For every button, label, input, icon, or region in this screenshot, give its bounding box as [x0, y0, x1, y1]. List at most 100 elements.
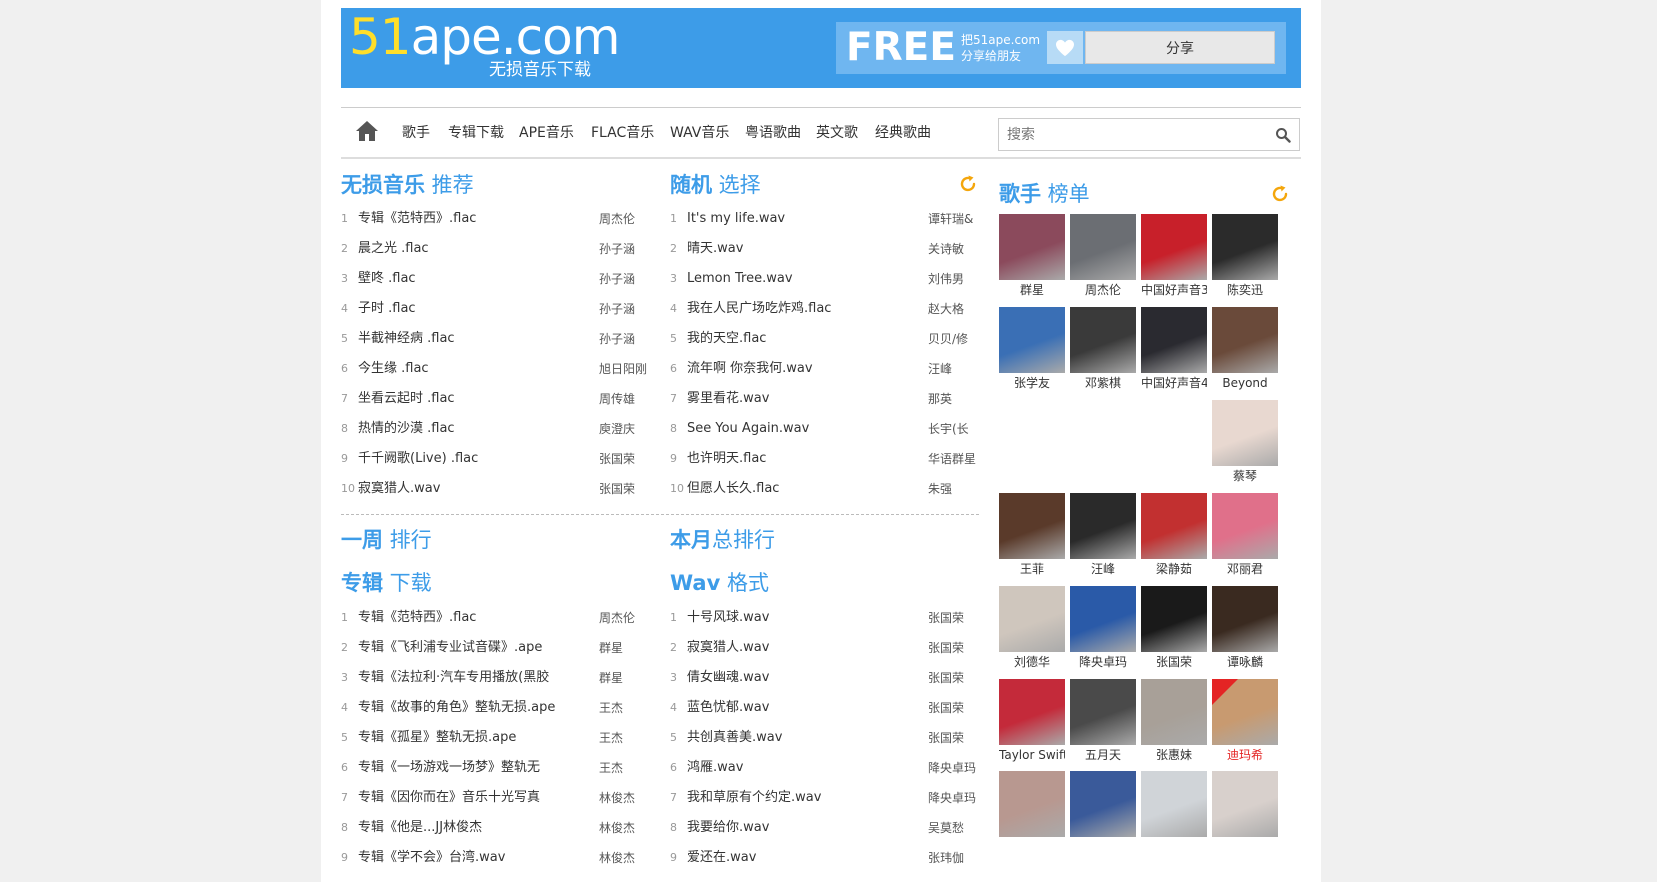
singer-name[interactable]: 蔡琴: [1212, 466, 1278, 486]
artist-link[interactable]: 庾澄庆: [599, 414, 651, 444]
list-item[interactable]: 9 爱还在.wav 张玮伽: [670, 843, 980, 873]
track-title-link[interactable]: 专辑《故事的角色》整轨无损.ape: [358, 693, 588, 723]
singer-card[interactable]: [1141, 771, 1207, 837]
artist-link[interactable]: 刘伟男: [928, 264, 980, 294]
nav-item-albums[interactable]: 专辑下载: [448, 124, 504, 142]
track-title-link[interactable]: 我的天空.flac: [687, 324, 917, 354]
artist-link[interactable]: 谭轩瑞&: [928, 204, 980, 234]
list-item[interactable]: 5 专辑《孤星》整轨无损.ape 王杰: [341, 723, 651, 753]
artist-link[interactable]: 张玮伽: [928, 843, 980, 873]
singer-name[interactable]: 群星: [999, 280, 1065, 300]
nav-item-english[interactable]: 英文歌: [816, 124, 858, 142]
singer-card[interactable]: 陈奕迅: [1212, 214, 1278, 300]
singer-name[interactable]: 迪玛希: [1212, 745, 1278, 765]
nav-item-ape[interactable]: APE音乐: [519, 124, 574, 142]
singer-name[interactable]: 张国荣: [1141, 652, 1207, 672]
track-title-link[interactable]: 倩女幽魂.wav: [687, 663, 917, 693]
singer-avatar[interactable]: [999, 493, 1065, 559]
artist-link[interactable]: 汪峰: [928, 354, 980, 384]
singer-card[interactable]: 邓紫棋: [1070, 307, 1136, 393]
artist-link[interactable]: 王杰: [599, 723, 651, 753]
artist-link[interactable]: 王杰: [599, 693, 651, 723]
singer-avatar[interactable]: [1212, 771, 1278, 837]
artist-link[interactable]: 赵大格: [928, 294, 980, 324]
singer-avatar[interactable]: [1070, 586, 1136, 652]
list-item[interactable]: 4 专辑《故事的角色》整轨无损.ape 王杰: [341, 693, 651, 723]
track-title-link[interactable]: 寂寞猎人.wav: [358, 474, 588, 504]
track-title-link[interactable]: 我要给你.wav: [687, 813, 917, 843]
list-item[interactable]: 3 倩女幽魂.wav 张国荣: [670, 663, 980, 693]
singer-name[interactable]: 梁静茹: [1141, 559, 1207, 579]
track-title-link[interactable]: 十号风球.wav: [687, 603, 917, 633]
singer-avatar[interactable]: [1141, 771, 1207, 837]
track-title-link[interactable]: 专辑《学不会》台湾.wav: [358, 843, 588, 873]
list-item[interactable]: 7 坐看云起时 .flac 周传雄: [341, 384, 651, 414]
artist-link[interactable]: 周杰伦: [599, 603, 651, 633]
nav-item-wav[interactable]: WAV音乐: [670, 124, 729, 142]
singer-name[interactable]: 张惠妹: [1141, 745, 1207, 765]
singer-avatar[interactable]: [1141, 679, 1207, 745]
singer-avatar[interactable]: [1141, 493, 1207, 559]
singer-name[interactable]: Beyond: [1212, 373, 1278, 393]
singer-avatar[interactable]: [1141, 214, 1207, 280]
track-title-link[interactable]: 专辑《范特西》.flac: [358, 204, 588, 234]
track-title-link[interactable]: 半截神经病 .flac: [358, 324, 588, 354]
singer-card[interactable]: 周杰伦: [1070, 214, 1136, 300]
singer-name[interactable]: 汪峰: [1070, 559, 1136, 579]
artist-link[interactable]: 张国荣: [928, 663, 980, 693]
singer-avatar[interactable]: [999, 679, 1065, 745]
track-title-link[interactable]: 子时 .flac: [358, 294, 588, 324]
singer-avatar[interactable]: [999, 307, 1065, 373]
singer-card[interactable]: 降央卓玛: [1070, 586, 1136, 672]
singer-name[interactable]: 张学友: [999, 373, 1065, 393]
singer-avatar[interactable]: [1070, 214, 1136, 280]
singer-avatar[interactable]: [1212, 493, 1278, 559]
singer-avatar[interactable]: [1212, 307, 1278, 373]
singer-avatar[interactable]: [1070, 679, 1136, 745]
artist-link[interactable]: 吴莫愁: [928, 813, 980, 843]
singer-name[interactable]: 邓丽君: [1212, 559, 1278, 579]
singer-card[interactable]: [1212, 771, 1278, 837]
list-item[interactable]: 7 我和草原有个约定.wav 降央卓玛: [670, 783, 980, 813]
singer-avatar[interactable]: [1070, 493, 1136, 559]
singer-avatar[interactable]: [1212, 586, 1278, 652]
list-item[interactable]: 9 千千阙歌(Live) .flac 张国荣: [341, 444, 651, 474]
track-title-link[interactable]: 专辑《法拉利·汽车专用播放(黑胶: [358, 663, 588, 693]
track-title-link[interactable]: 雾里看花.wav: [687, 384, 917, 414]
artist-link[interactable]: 贝贝/修: [928, 324, 980, 354]
home-icon[interactable]: [355, 120, 379, 142]
list-item[interactable]: 2 寂寞猎人.wav 张国荣: [670, 633, 980, 663]
artist-link[interactable]: 周传雄: [599, 384, 651, 414]
list-item[interactable]: 7 专辑《因你而在》音乐十光写真 林俊杰: [341, 783, 651, 813]
track-title-link[interactable]: 但愿人长久.flac: [687, 474, 917, 504]
singer-card[interactable]: 迪玛希: [1212, 679, 1278, 765]
list-item[interactable]: 8 See You Again.wav 长宇(长: [670, 414, 980, 444]
track-title-link[interactable]: See You Again.wav: [687, 414, 917, 444]
artist-link[interactable]: 关诗敏: [928, 234, 980, 264]
singer-card[interactable]: 张国荣: [1141, 586, 1207, 672]
artist-link[interactable]: 王杰: [599, 753, 651, 783]
singer-name[interactable]: 陈奕迅: [1212, 280, 1278, 300]
singer-card[interactable]: 谭咏麟: [1212, 586, 1278, 672]
artist-link[interactable]: 群星: [599, 663, 651, 693]
list-item[interactable]: 5 半截神经病 .flac 孙子涵: [341, 324, 651, 354]
list-item[interactable]: 6 流年啊 你奈我何.wav 汪峰: [670, 354, 980, 384]
list-item[interactable]: 9 专辑《学不会》台湾.wav 林俊杰: [341, 843, 651, 873]
singer-avatar[interactable]: [999, 586, 1065, 652]
search-icon[interactable]: [1275, 127, 1291, 143]
artist-link[interactable]: 孙子涵: [599, 294, 651, 324]
track-title-link[interactable]: 坐看云起时 .flac: [358, 384, 588, 414]
singer-card[interactable]: [1070, 771, 1136, 837]
artist-link[interactable]: 那英: [928, 384, 980, 414]
singer-avatar[interactable]: [1141, 307, 1207, 373]
track-title-link[interactable]: 我和草原有个约定.wav: [687, 783, 917, 813]
singer-card[interactable]: 王菲: [999, 493, 1065, 579]
artist-link[interactable]: 张国荣: [928, 603, 980, 633]
list-item[interactable]: 5 我的天空.flac 贝贝/修: [670, 324, 980, 354]
singer-name[interactable]: 五月天: [1070, 745, 1136, 765]
nav-item-cantonese[interactable]: 粤语歌曲: [745, 124, 801, 142]
singer-avatar[interactable]: [999, 214, 1065, 280]
artist-link[interactable]: 旭日阳刚: [599, 354, 651, 384]
artist-link[interactable]: 林俊杰: [599, 843, 651, 873]
track-title-link[interactable]: 专辑《他是...JJ林俊杰: [358, 813, 588, 843]
